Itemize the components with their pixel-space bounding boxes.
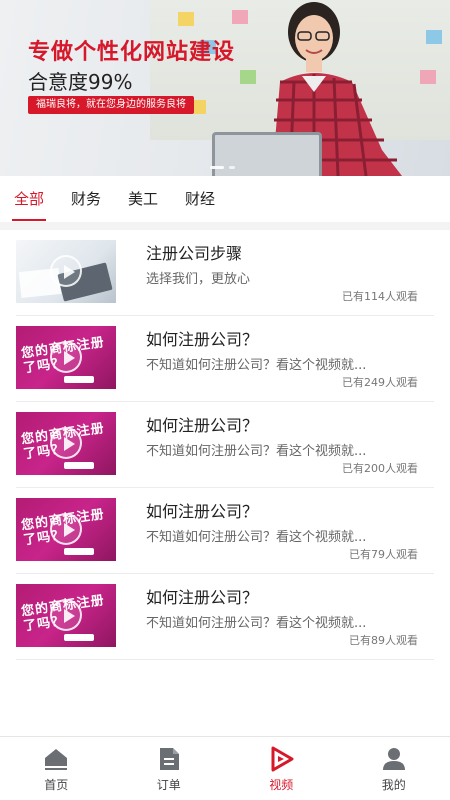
thumbnail-promo-badge xyxy=(64,376,94,383)
video-title: 如何注册公司？ xyxy=(146,416,259,435)
carousel-indicators[interactable] xyxy=(210,166,235,169)
video-play-icon xyxy=(271,746,294,771)
video-thumbnail[interactable]: 您的商标注册了吗？ xyxy=(16,412,116,475)
video-list: 注册公司步骤 选择我们，更放心 已有114人观看 您的商标注册了吗？ 如何注册公… xyxy=(0,230,450,660)
video-thumbnail[interactable]: 您的商标注册了吗？ xyxy=(16,498,116,561)
bottom-navigation: 首页 订单 视频 我的 xyxy=(0,736,450,800)
video-description: 不知道如何注册公司？看这个视频就... xyxy=(146,358,367,373)
nav-label-orders: 订单 xyxy=(156,777,181,792)
carousel-dot-active[interactable] xyxy=(210,166,224,169)
nav-label-profile: 我的 xyxy=(381,777,406,792)
video-title: 如何注册公司？ xyxy=(146,330,259,349)
banner-carousel[interactable]: 专做个性化网站建设 合意度99% 福瑞良将，就在您身边的服务良将 xyxy=(0,0,450,176)
sticky-note xyxy=(426,30,442,44)
video-thumbnail[interactable]: 您的商标注册了吗？ xyxy=(16,326,116,389)
thumbnail-promo-badge xyxy=(64,548,94,555)
video-thumbnail[interactable] xyxy=(16,240,116,303)
tab-design[interactable]: 美工 xyxy=(128,176,158,222)
banner-tagline: 福瑞良将，就在您身边的服务良将 xyxy=(28,96,194,114)
video-thumbnail[interactable]: 您的商标注册了吗？ xyxy=(16,584,116,647)
banner-subtitle: 合意度99% xyxy=(28,70,133,94)
video-view-count: 已有114人观看 xyxy=(342,290,418,303)
category-tabs: 全部 财务 美工 财经 xyxy=(0,176,450,222)
banner-title: 专做个性化网站建设 xyxy=(28,40,236,65)
video-description: 不知道如何注册公司？看这个视频就... xyxy=(146,444,367,459)
play-icon[interactable] xyxy=(50,341,82,373)
nav-item-video[interactable]: 视频 xyxy=(225,737,338,800)
play-icon[interactable] xyxy=(50,255,82,287)
sticky-note xyxy=(420,70,436,84)
tab-economics[interactable]: 财经 xyxy=(185,176,215,222)
nav-item-profile[interactable]: 我的 xyxy=(338,737,450,800)
nav-label-home: 首页 xyxy=(44,777,69,792)
order-icon xyxy=(159,747,179,770)
nav-item-orders[interactable]: 订单 xyxy=(113,737,226,800)
video-title: 注册公司步骤 xyxy=(146,244,243,263)
video-list-item[interactable]: 您的商标注册了吗？ 如何注册公司？ 不知道如何注册公司？看这个视频就... 已有… xyxy=(16,316,434,402)
tab-finance[interactable]: 财务 xyxy=(71,176,101,222)
sticky-note xyxy=(232,10,248,24)
sticky-note xyxy=(240,70,256,84)
sticky-note xyxy=(178,12,194,26)
video-title: 如何注册公司？ xyxy=(146,502,259,521)
video-view-count: 已有79人观看 xyxy=(349,548,418,561)
nav-item-home[interactable]: 首页 xyxy=(0,737,113,800)
video-title: 如何注册公司？ xyxy=(146,588,259,607)
video-view-count: 已有200人观看 xyxy=(342,462,418,475)
home-icon xyxy=(45,748,68,770)
video-list-item[interactable]: 您的商标注册了吗？ 如何注册公司？ 不知道如何注册公司？看这个视频就... 已有… xyxy=(16,574,434,660)
user-icon xyxy=(382,747,405,770)
carousel-dot[interactable] xyxy=(229,166,235,169)
video-list-item[interactable]: 您的商标注册了吗？ 如何注册公司？ 不知道如何注册公司？看这个视频就... 已有… xyxy=(16,488,434,574)
tab-all[interactable]: 全部 xyxy=(11,176,47,222)
play-icon[interactable] xyxy=(50,427,82,459)
video-description: 选择我们，更放心 xyxy=(146,272,251,287)
video-view-count: 已有89人观看 xyxy=(349,634,418,647)
video-description: 不知道如何注册公司？看这个视频就... xyxy=(146,616,367,631)
section-divider xyxy=(0,222,450,230)
video-list-item[interactable]: 您的商标注册了吗？ 如何注册公司？ 不知道如何注册公司？看这个视频就... 已有… xyxy=(16,402,434,488)
app-page: 专做个性化网站建设 合意度99% 福瑞良将，就在您身边的服务良将 全部 财务 美… xyxy=(0,0,450,800)
nav-label-video: 视频 xyxy=(269,777,294,792)
banner-laptop xyxy=(212,132,322,176)
video-description: 不知道如何注册公司？看这个视频就... xyxy=(146,530,367,545)
video-view-count: 已有249人观看 xyxy=(342,376,418,389)
video-list-item[interactable]: 注册公司步骤 选择我们，更放心 已有114人观看 xyxy=(16,230,434,316)
play-icon[interactable] xyxy=(50,513,82,545)
thumbnail-promo-badge xyxy=(64,634,94,641)
play-icon[interactable] xyxy=(50,599,82,631)
thumbnail-promo-badge xyxy=(64,462,94,469)
